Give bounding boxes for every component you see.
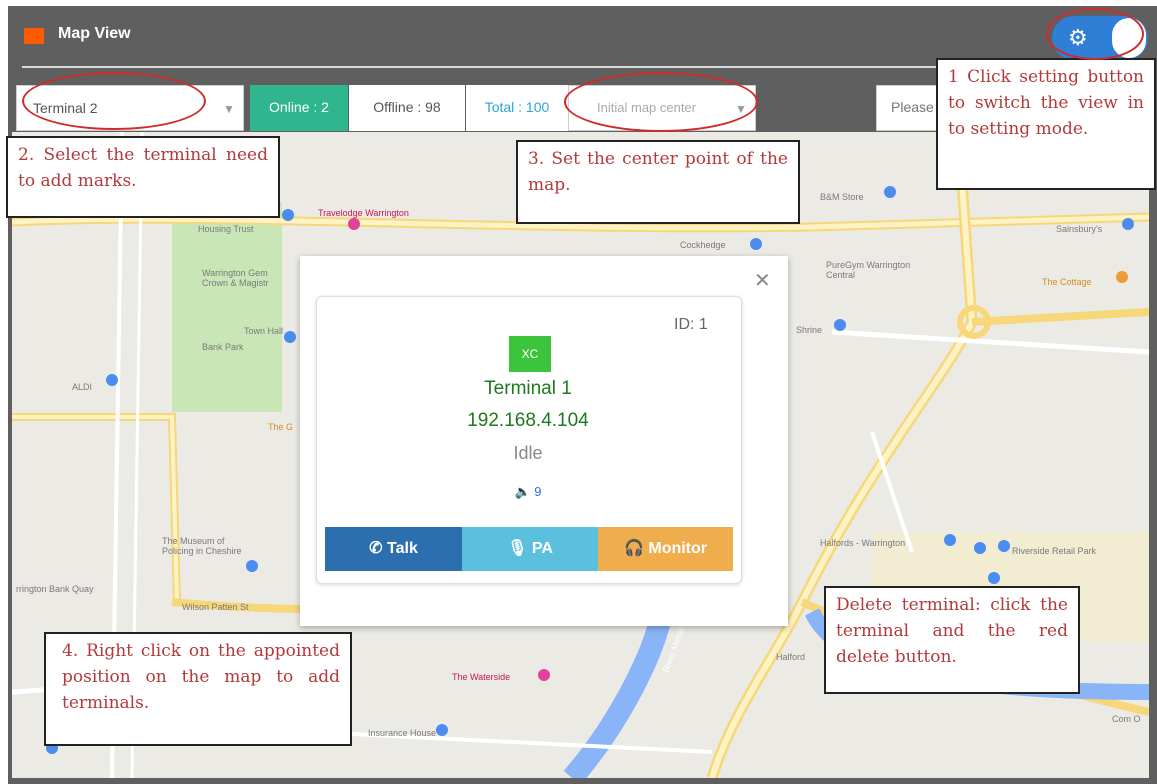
map-pin-icon	[750, 238, 762, 250]
annotation-note-4: 4. Right click on the appointed position…	[44, 632, 352, 746]
pa-button[interactable]: 🎙 PA	[462, 527, 598, 571]
terminal-name: Terminal 1	[484, 378, 572, 399]
annotation-note-delete: Delete terminal: click the terminal and …	[824, 586, 1080, 694]
map-pin-icon	[834, 319, 846, 331]
monitor-label: Monitor	[648, 540, 708, 557]
headset-icon: 🎧	[623, 540, 644, 557]
map-center-select[interactable]: Initial map center ▼	[568, 85, 756, 131]
microphone-icon: 🎙	[507, 540, 528, 557]
toggle-knob	[1112, 18, 1146, 58]
speaker-icon: 🔈	[514, 484, 531, 499]
map-center-select-value: Initial map center	[597, 100, 696, 115]
talk-label: Talk	[387, 540, 418, 557]
map-pin-icon	[348, 218, 360, 230]
map-pin-icon	[974, 542, 986, 554]
terminal-id: ID: 1	[674, 316, 708, 333]
map-pin-icon	[436, 724, 448, 736]
terminal-status: Idle	[513, 443, 543, 463]
map-pin-icon	[1122, 218, 1134, 230]
map-pin-icon	[884, 186, 896, 198]
volume-value: 9	[534, 484, 542, 499]
map-pin-icon	[246, 560, 258, 572]
title-bar: Map View ⚙	[8, 6, 1157, 66]
annotation-note-2: 2. Select the terminal need to add marks…	[6, 136, 280, 218]
terminal-select[interactable]: Terminal 2 ▼	[16, 85, 244, 131]
terminal-ip: 192.168.4.104	[467, 410, 589, 431]
close-icon[interactable]: ✕	[754, 268, 771, 293]
terminal-badge: XC	[509, 336, 551, 372]
app-logo-icon	[24, 28, 44, 44]
map-pin-icon	[988, 572, 1000, 584]
pa-label: PA	[531, 540, 553, 557]
chevron-down-icon: ▼	[735, 102, 747, 116]
talk-button[interactable]: ✆ Talk	[325, 527, 462, 571]
map-pin-icon	[282, 209, 294, 221]
total-count: Total : 100	[466, 85, 568, 131]
map-pin-icon	[106, 374, 118, 386]
map-pin-icon	[1116, 271, 1128, 283]
annotation-note-1: 1 Click setting button to switch the vie…	[936, 58, 1156, 190]
map-pin-icon	[998, 540, 1010, 552]
settings-icon: ⚙	[1068, 25, 1088, 50]
offline-count: Offline : 98	[349, 85, 465, 131]
online-count: Online : 2	[250, 85, 348, 131]
monitor-button[interactable]: 🎧 Monitor	[598, 527, 733, 571]
map-pin-icon	[284, 331, 296, 343]
settings-toggle[interactable]: ⚙	[1052, 16, 1148, 60]
window-title: Map View	[58, 25, 131, 42]
map-pin-icon	[538, 669, 550, 681]
chevron-down-icon: ▼	[223, 102, 235, 116]
terminal-select-value: Terminal 2	[33, 100, 98, 116]
volume-display: 🔈 9	[316, 484, 740, 500]
map-pin-icon	[944, 534, 956, 546]
phone-icon: ✆	[369, 540, 383, 557]
annotation-note-3: 3. Set the center point of the map.	[516, 140, 800, 224]
